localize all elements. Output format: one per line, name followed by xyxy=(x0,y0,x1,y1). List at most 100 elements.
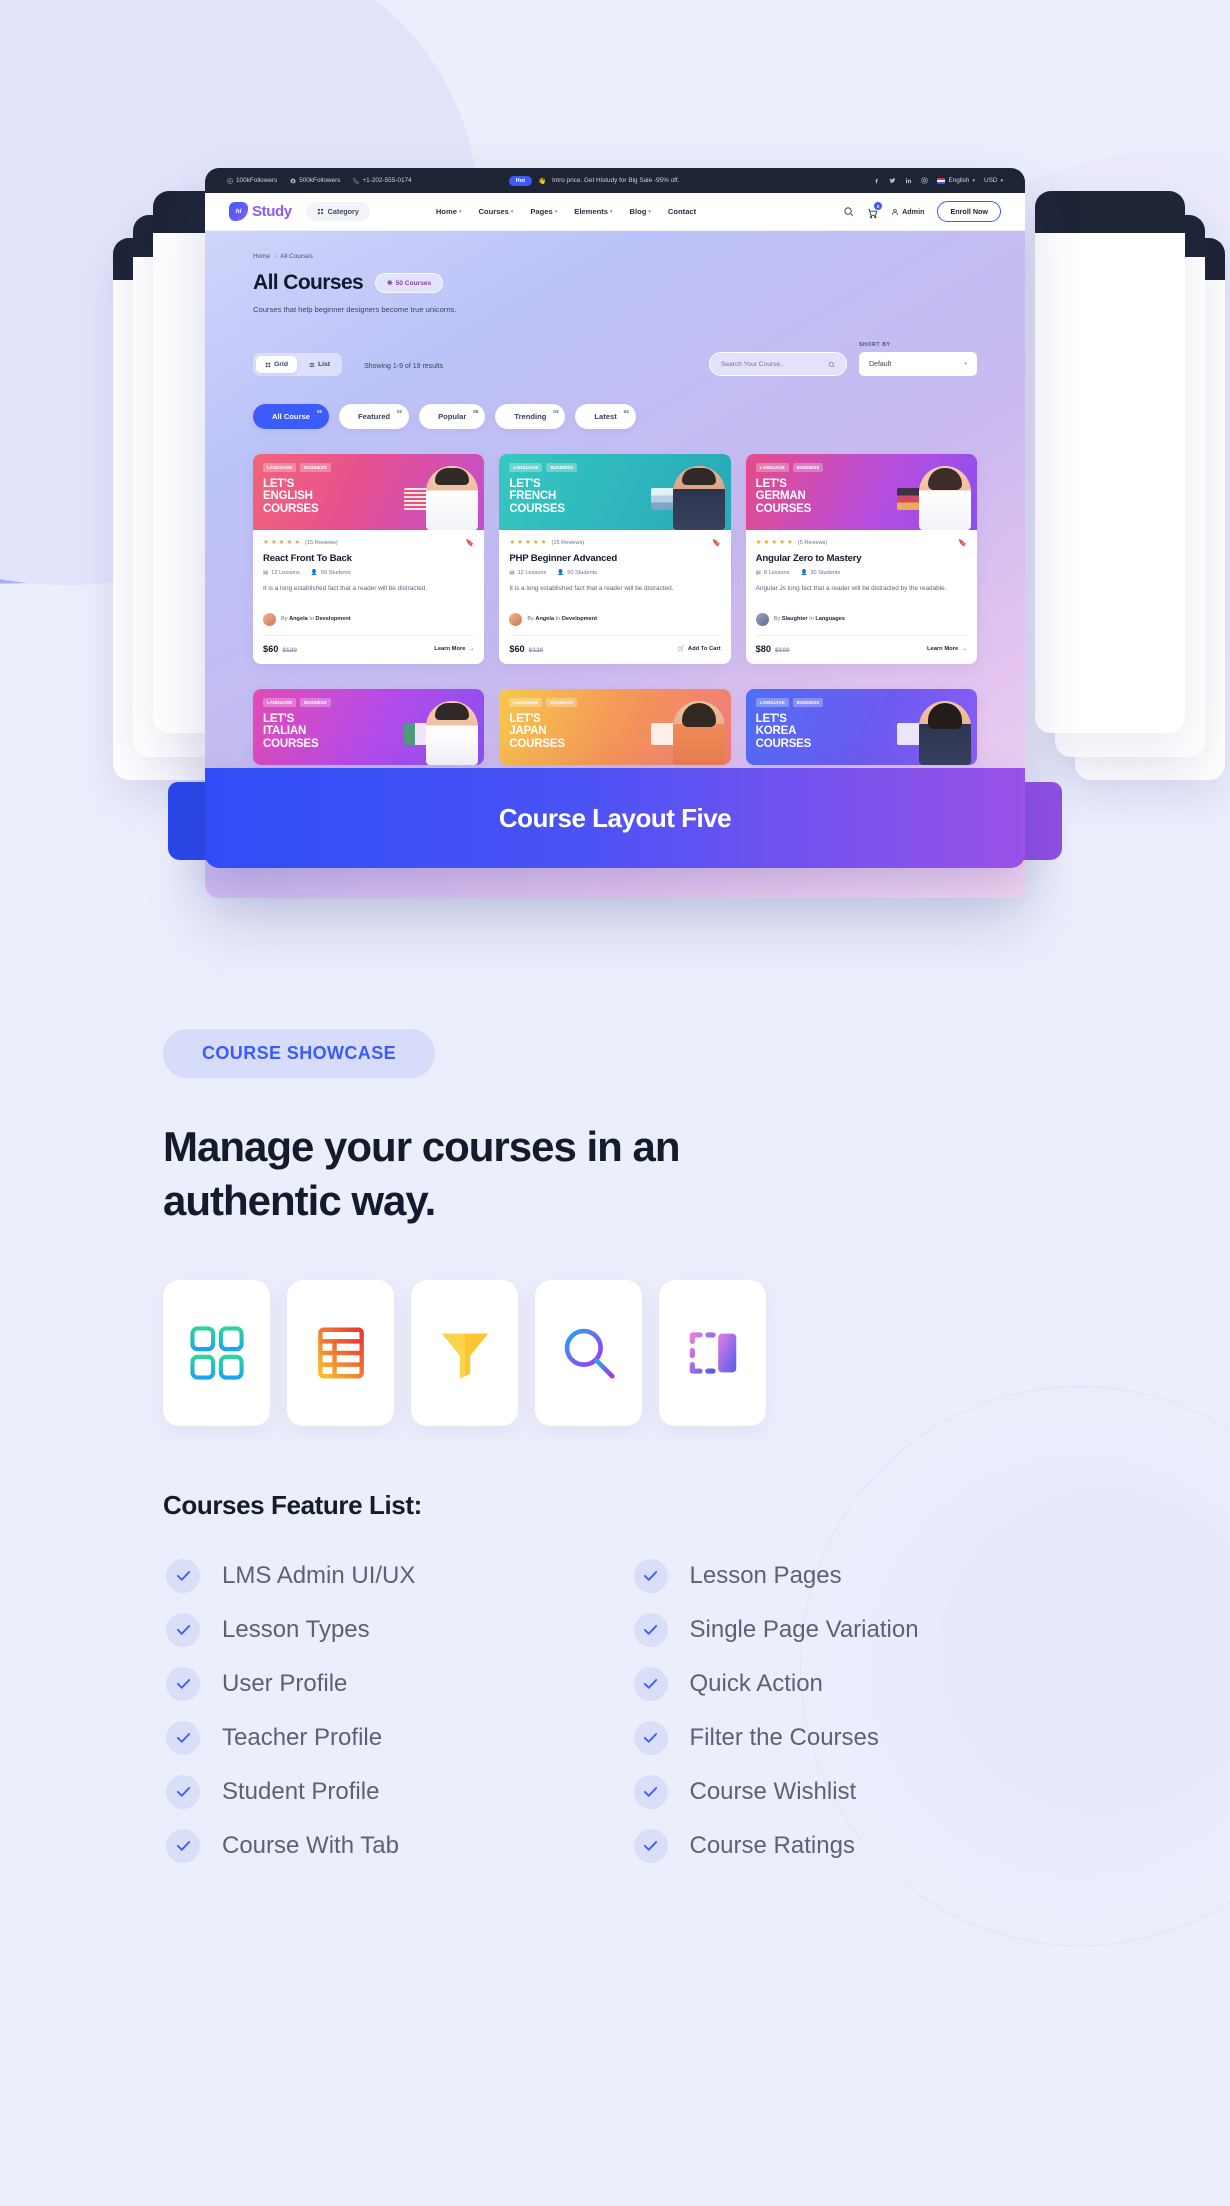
instagram-icon xyxy=(227,178,233,183)
hair-shape xyxy=(435,468,470,485)
course-author: By Angela In Development xyxy=(509,605,720,626)
language-selector[interactable]: English ▾ xyxy=(937,177,975,184)
bookmark-icon[interactable]: 🔖 xyxy=(466,539,475,547)
star-icon: ★ xyxy=(532,538,539,546)
nav-link-pages[interactable]: Pages ▾ xyxy=(530,207,557,216)
nav-link-blog[interactable]: Blog ▾ xyxy=(630,207,651,216)
icon-card-layout-panel[interactable] xyxy=(659,1279,766,1426)
course-cta-button[interactable]: Learn More → xyxy=(434,646,474,652)
chevron-down-icon: ▾ xyxy=(964,361,967,367)
course-cta-button[interactable]: 🛒 Add To Cart xyxy=(678,646,721,652)
results-count: Showing 1-9 of 19 results xyxy=(364,363,444,370)
course-card[interactable]: LANGUAGE BUSINESS LET'S JAPAN COURSES xyxy=(499,688,731,765)
linkedin-social-icon[interactable] xyxy=(905,177,912,184)
search-icon[interactable] xyxy=(843,206,854,217)
course-card[interactable]: LANGUAGE BUSINESS LET'S GERMAN COURSES ★… xyxy=(745,454,977,664)
chevron-down-icon: ▾ xyxy=(554,208,558,215)
price-row: $60 $120 🛒 Add To Cart xyxy=(509,634,721,654)
feature-label: Course With Tab xyxy=(222,1831,399,1859)
nav-label: Courses xyxy=(478,207,509,216)
course-card[interactable]: LANGUAGE BUSINESS LET'S KOREA COURSES xyxy=(745,688,977,765)
icon-card-grid-view[interactable] xyxy=(163,1279,270,1426)
course-card[interactable]: LANGUAGE BUSINESS LET'S ENGLISH COURSES xyxy=(253,454,485,664)
course-search-input[interactable]: Search Your Course.. xyxy=(709,352,847,376)
sort-select[interactable]: Default ▾ xyxy=(859,352,977,376)
course-thumbnail: LANGUAGE BUSINESS LET'S GERMAN COURSES xyxy=(745,454,977,530)
breadcrumb-home[interactable]: Home xyxy=(253,253,270,260)
feature-label: Teacher Profile xyxy=(222,1723,383,1751)
topbar-left-group: 100kFollowers 500kFollowers +1-202-555-0… xyxy=(227,177,412,184)
price-current: $60 xyxy=(509,643,525,654)
feature-label: Quick Action xyxy=(689,1669,823,1697)
course-meta: ▤ 12 Lessons 👤 50 Students xyxy=(509,570,720,576)
filter-chip-latest[interactable]: Latest 04 xyxy=(575,404,636,429)
star-icon: ★ xyxy=(540,538,547,546)
course-price: $60 $120 xyxy=(263,644,297,654)
thumb-tag: LANGUAGE xyxy=(755,697,789,707)
filter-funnel-icon xyxy=(441,1333,488,1379)
feature-label: Course Wishlist xyxy=(689,1777,857,1805)
layout-caption-banner: Course Layout Five xyxy=(205,768,1025,868)
facebook-social-icon[interactable] xyxy=(873,177,880,184)
lessons-count: ▤ 12 Lessons xyxy=(509,570,547,576)
bookmark-icon[interactable]: 🔖 xyxy=(712,539,721,547)
icon-card-filter[interactable] xyxy=(411,1279,518,1426)
author-name: Angela xyxy=(535,616,555,623)
feature-item: Lesson Types xyxy=(166,1612,600,1647)
filter-chip-trending[interactable]: Trending 03 xyxy=(495,404,566,429)
list-view-button[interactable]: List xyxy=(300,356,339,373)
course-card[interactable]: LANGUAGE BUSINESS LET'S FRENCH COURSES ★… xyxy=(499,454,731,664)
star-icon: ★ xyxy=(278,538,285,546)
nav-link-contact[interactable]: Contact xyxy=(668,207,696,216)
currency-selector[interactable]: USD ▾ xyxy=(984,177,1003,184)
chip-count: 04 xyxy=(623,409,629,414)
category-button[interactable]: Category xyxy=(305,202,370,221)
star-icon: ★ xyxy=(755,538,762,546)
course-price: $80 $100 xyxy=(756,644,790,654)
breadcrumb-separator-icon: › xyxy=(274,253,277,260)
course-card[interactable]: LANGUAGE BUSINESS LET'S ITALIAN COURSES xyxy=(253,688,485,765)
cart-button[interactable]: 0 xyxy=(867,202,883,219)
nav-label: Contact xyxy=(667,207,697,216)
banner-caption: Course Layout Five xyxy=(498,802,732,833)
filter-chip-popular[interactable]: Popular 05 xyxy=(419,404,486,429)
feature-item: Course Ratings xyxy=(633,1828,1068,1863)
promo-group: Hot 👋 Intro price. Get Histudy for Big S… xyxy=(508,175,679,186)
hair-shape xyxy=(927,702,962,729)
icon-card-search[interactable] xyxy=(535,1279,642,1426)
course-thumbnail: LANGUAGE BUSINESS LET'S ITALIAN COURSES xyxy=(253,688,485,765)
view-toggle: Grid List xyxy=(253,353,343,376)
bookmark-icon[interactable]: 🔖 xyxy=(958,539,967,547)
filter-chip-featured[interactable]: Featured 02 xyxy=(338,404,410,429)
account-button[interactable]: Admin xyxy=(891,207,924,216)
filter-chip-all-course[interactable]: All Course 06 xyxy=(253,404,329,429)
navbar-actions: 0 Admin Enroll Now xyxy=(843,201,1001,222)
twitter-social-icon[interactable] xyxy=(889,177,896,184)
icon-card-table-list[interactable] xyxy=(287,1279,394,1426)
feature-item: Single Page Variation xyxy=(633,1612,1068,1647)
star-icon: ★ xyxy=(286,538,293,546)
facebook-followers[interactable]: 500kFollowers xyxy=(290,177,340,184)
check-icon xyxy=(633,1720,668,1755)
course-cta-button[interactable]: Learn More → xyxy=(927,646,967,652)
site-logo[interactable]: hi Study xyxy=(229,202,292,221)
listing-toolbar: Grid List Showing 1-9 of 19 results Sear… xyxy=(253,342,977,376)
course-description: It is a long established fact that a rea… xyxy=(509,585,674,592)
nav-link-elements[interactable]: Elements ▾ xyxy=(574,207,612,216)
instagram-followers[interactable]: 100kFollowers xyxy=(227,177,277,184)
feature-item: LMS Admin UI/UX xyxy=(166,1558,600,1593)
price-old: $120 xyxy=(282,646,298,654)
feature-label: Course Ratings xyxy=(689,1831,855,1859)
grid-view-button[interactable]: Grid xyxy=(256,356,297,373)
feature-list: LMS Admin UI/UX Lesson Pages Lesson Type… xyxy=(163,1558,1068,1863)
enroll-now-button[interactable]: Enroll Now xyxy=(937,201,1001,222)
nav-link-home[interactable]: Home ▾ xyxy=(436,207,462,216)
nav-link-courses[interactable]: Courses ▾ xyxy=(478,207,513,216)
grid-view-label: Grid xyxy=(274,361,288,368)
students-count: 👤 50 Students xyxy=(310,570,351,576)
phone-number[interactable]: +1-202-555-0174 xyxy=(353,177,412,184)
chip-count: 05 xyxy=(473,409,479,414)
star-rating: ★ ★ ★ ★ ★ (15 Reviews) xyxy=(509,538,584,547)
instagram-social-icon[interactable] xyxy=(921,177,928,184)
phone-label: +1-202-555-0174 xyxy=(362,177,412,184)
